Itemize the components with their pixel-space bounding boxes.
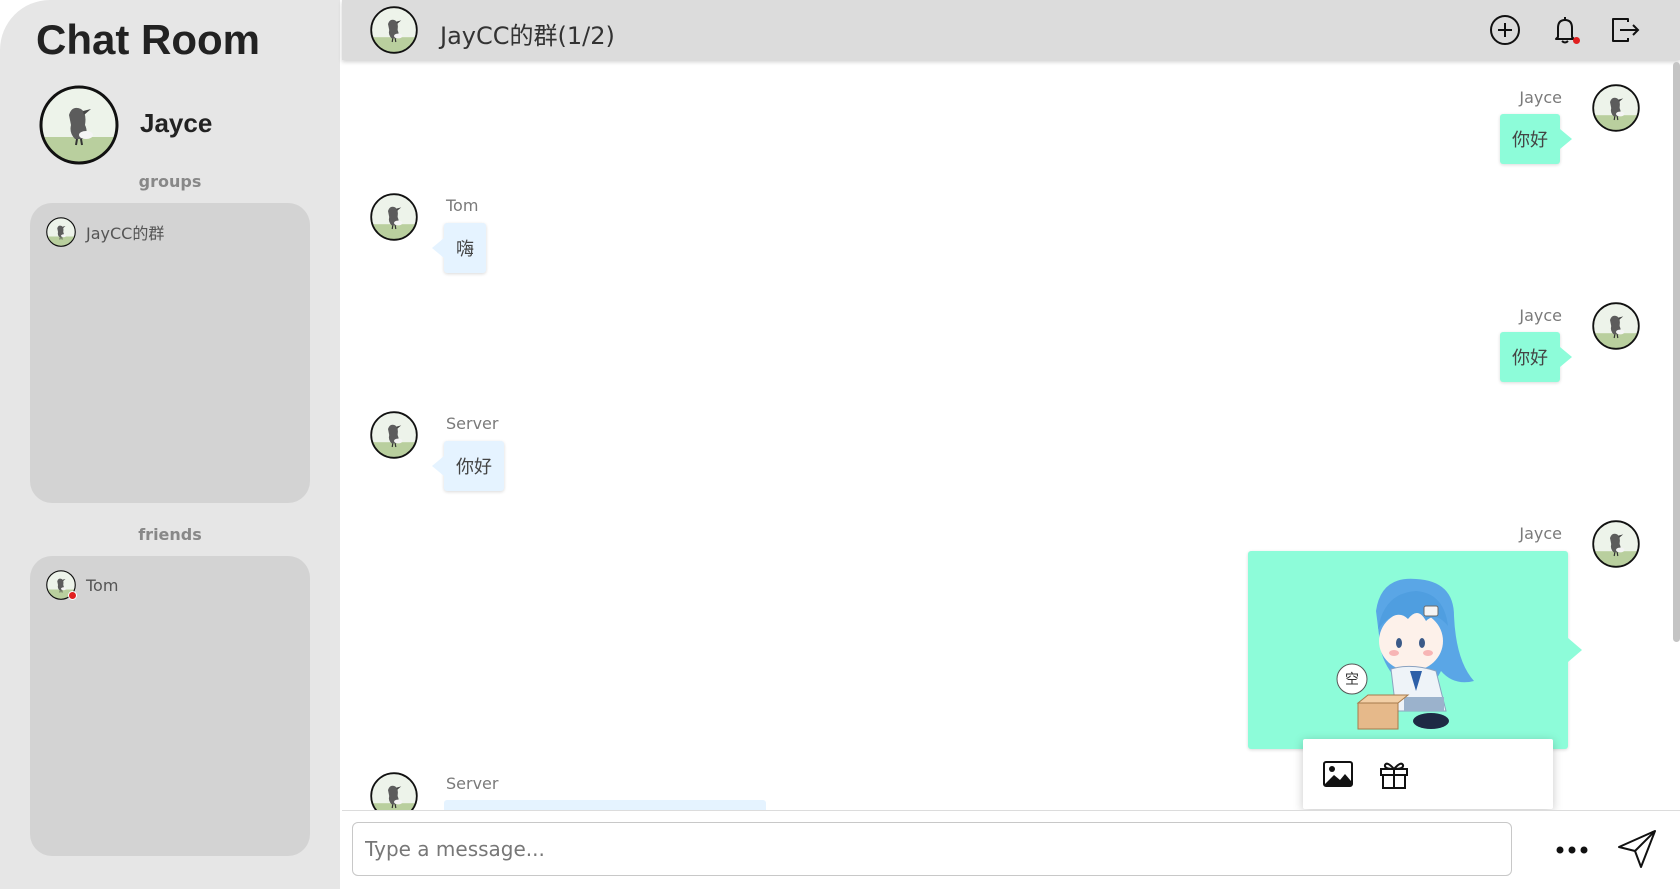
groups-list: JayCC的群 bbox=[30, 203, 310, 503]
user-avatar[interactable] bbox=[39, 85, 119, 165]
group-item[interactable]: JayCC的群 bbox=[46, 217, 164, 247]
sender-name: Jayce bbox=[1519, 88, 1562, 107]
friends-list: Tom bbox=[30, 556, 310, 856]
message-bubble: 你好 bbox=[1500, 114, 1560, 164]
sender-name: Jayce bbox=[1519, 524, 1562, 543]
more-options-icon[interactable] bbox=[1552, 833, 1592, 867]
attach-popup bbox=[1303, 739, 1553, 809]
notification-dot bbox=[1573, 37, 1580, 44]
sender-name: Server bbox=[446, 414, 499, 433]
add-circle-icon[interactable] bbox=[1488, 13, 1522, 47]
sender-name: Jayce bbox=[1519, 306, 1562, 325]
input-bar bbox=[342, 810, 1680, 890]
message-bubble: 你好 bbox=[444, 441, 504, 491]
friend-avatar bbox=[46, 570, 76, 600]
message-input[interactable] bbox=[352, 822, 1512, 876]
chat-avatar bbox=[370, 6, 418, 54]
group-name: JayCC的群 bbox=[86, 224, 165, 243]
friends-label: friends bbox=[138, 525, 202, 544]
sender-name: Tom bbox=[446, 196, 479, 215]
sender-name: Server bbox=[446, 774, 499, 793]
message-bubble: 嗨 bbox=[444, 223, 486, 273]
sender-avatar bbox=[370, 193, 418, 241]
group-avatar bbox=[46, 217, 76, 247]
user-name: Jayce bbox=[140, 108, 213, 138]
sender-avatar bbox=[370, 772, 418, 810]
unread-dot bbox=[68, 591, 77, 600]
gift-icon[interactable] bbox=[1377, 757, 1411, 791]
send-icon[interactable] bbox=[1615, 827, 1659, 871]
sender-avatar bbox=[1592, 84, 1640, 132]
sender-avatar bbox=[370, 411, 418, 459]
message-list[interactable]: Jayce 你好 Tom 嗨 Jayce 你好 Server 你好 Jayce bbox=[342, 60, 1680, 810]
sender-avatar bbox=[1592, 520, 1640, 568]
scrollbar[interactable] bbox=[1673, 62, 1680, 642]
notifications-button[interactable] bbox=[1548, 13, 1582, 47]
friend-name: Tom bbox=[86, 575, 119, 595]
sidebar: Chat Room Jayce groups JayCC的群 friends T… bbox=[0, 0, 340, 889]
sender-avatar bbox=[1592, 302, 1640, 350]
sticker-image: 空 bbox=[1336, 578, 1474, 730]
logout-icon[interactable] bbox=[1608, 13, 1642, 47]
friend-item[interactable]: Tom bbox=[46, 570, 118, 600]
sticker-message[interactable]: 空 bbox=[1248, 551, 1568, 749]
groups-label: groups bbox=[138, 172, 202, 191]
chat-title: JayCC的群(1/2) bbox=[440, 22, 615, 50]
message-bubble bbox=[444, 800, 766, 810]
image-icon[interactable] bbox=[1321, 757, 1355, 791]
message-bubble: 你好 bbox=[1500, 332, 1560, 382]
app-title: Chat Room bbox=[36, 16, 260, 63]
chat-header: JayCC的群(1/2) bbox=[342, 0, 1680, 60]
sticker-speech-text: 空 bbox=[1345, 672, 1359, 688]
